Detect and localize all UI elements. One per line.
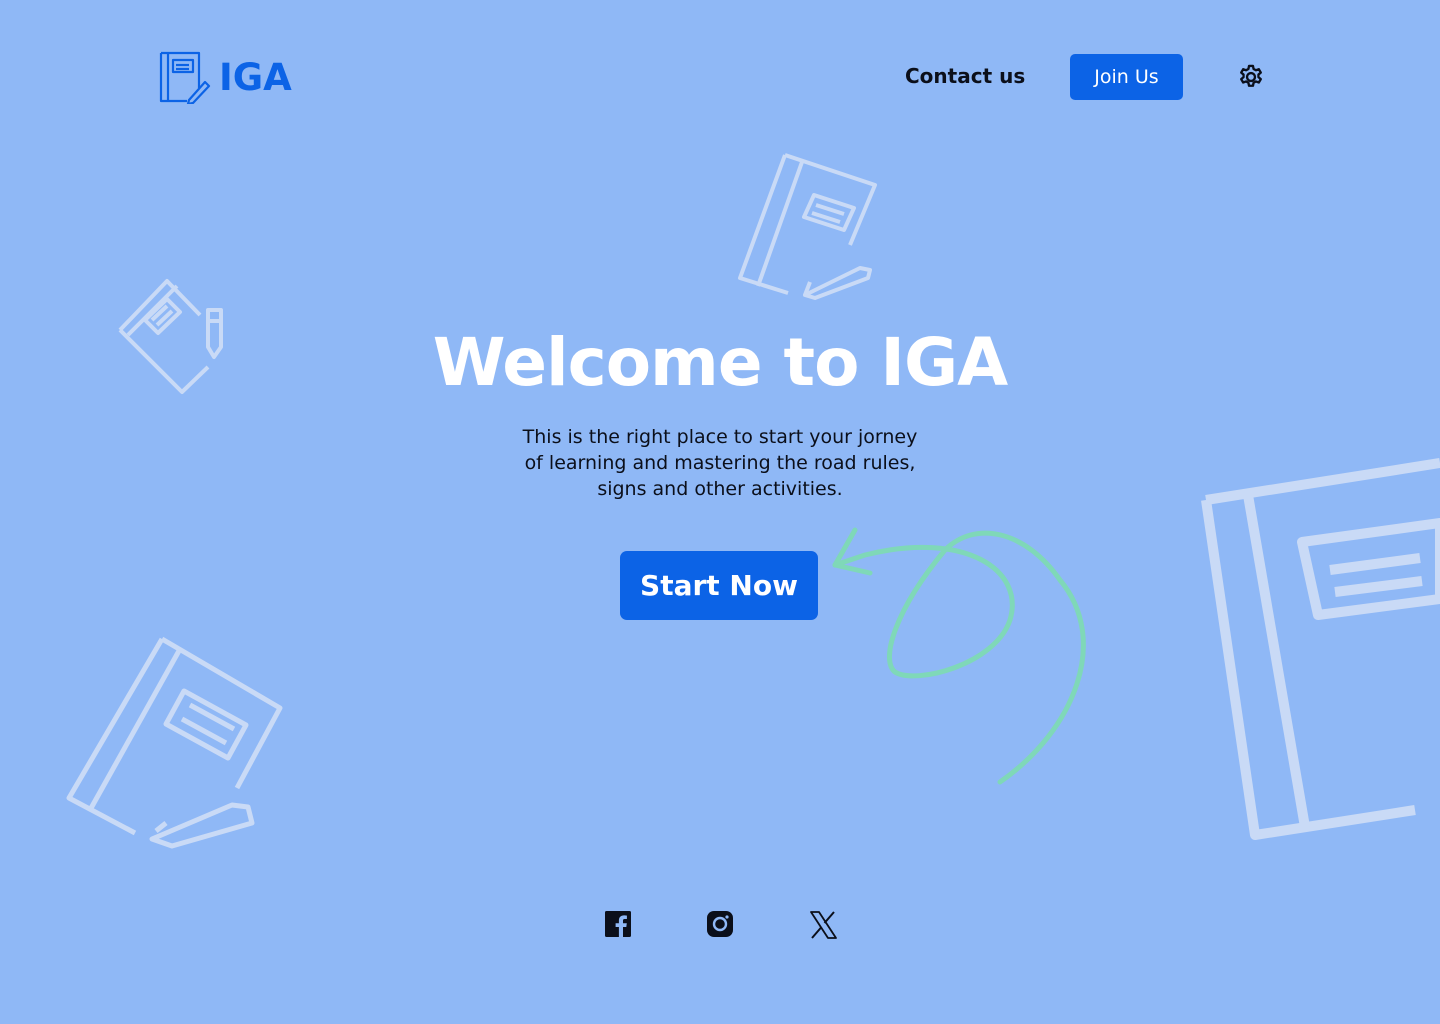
- curved-arrow-icon: [832, 527, 1086, 785]
- facebook-icon[interactable]: [603, 909, 633, 939]
- hero-text-line: of learning and mastering the road rules…: [524, 452, 916, 474]
- gear-icon[interactable]: [1237, 63, 1265, 91]
- hero-description: This is the right place to start your jo…: [470, 424, 970, 502]
- contact-us-link[interactable]: Contact us: [905, 64, 1025, 88]
- x-icon[interactable]: [808, 910, 838, 940]
- join-us-button[interactable]: Join Us: [1070, 54, 1183, 100]
- hero-text-line: This is the right place to start your jo…: [522, 426, 918, 448]
- notebook-doodle-bottom-left-icon: [66, 636, 283, 849]
- brand-logo[interactable]: IGA: [159, 50, 292, 104]
- brand-name: IGA: [219, 55, 292, 99]
- start-now-button[interactable]: Start Now: [620, 551, 818, 620]
- notebook-pencil-icon: [159, 51, 211, 104]
- hero-text-line: signs and other activities.: [597, 478, 843, 500]
- notebook-doodle-top-icon: [738, 153, 877, 300]
- notebook-doodle-right-icon: [1201, 458, 1440, 840]
- instagram-icon[interactable]: [705, 909, 735, 939]
- site-header: IGA Contact us Join Us: [0, 0, 1440, 154]
- hero-title: Welcome to IGA: [432, 324, 1009, 401]
